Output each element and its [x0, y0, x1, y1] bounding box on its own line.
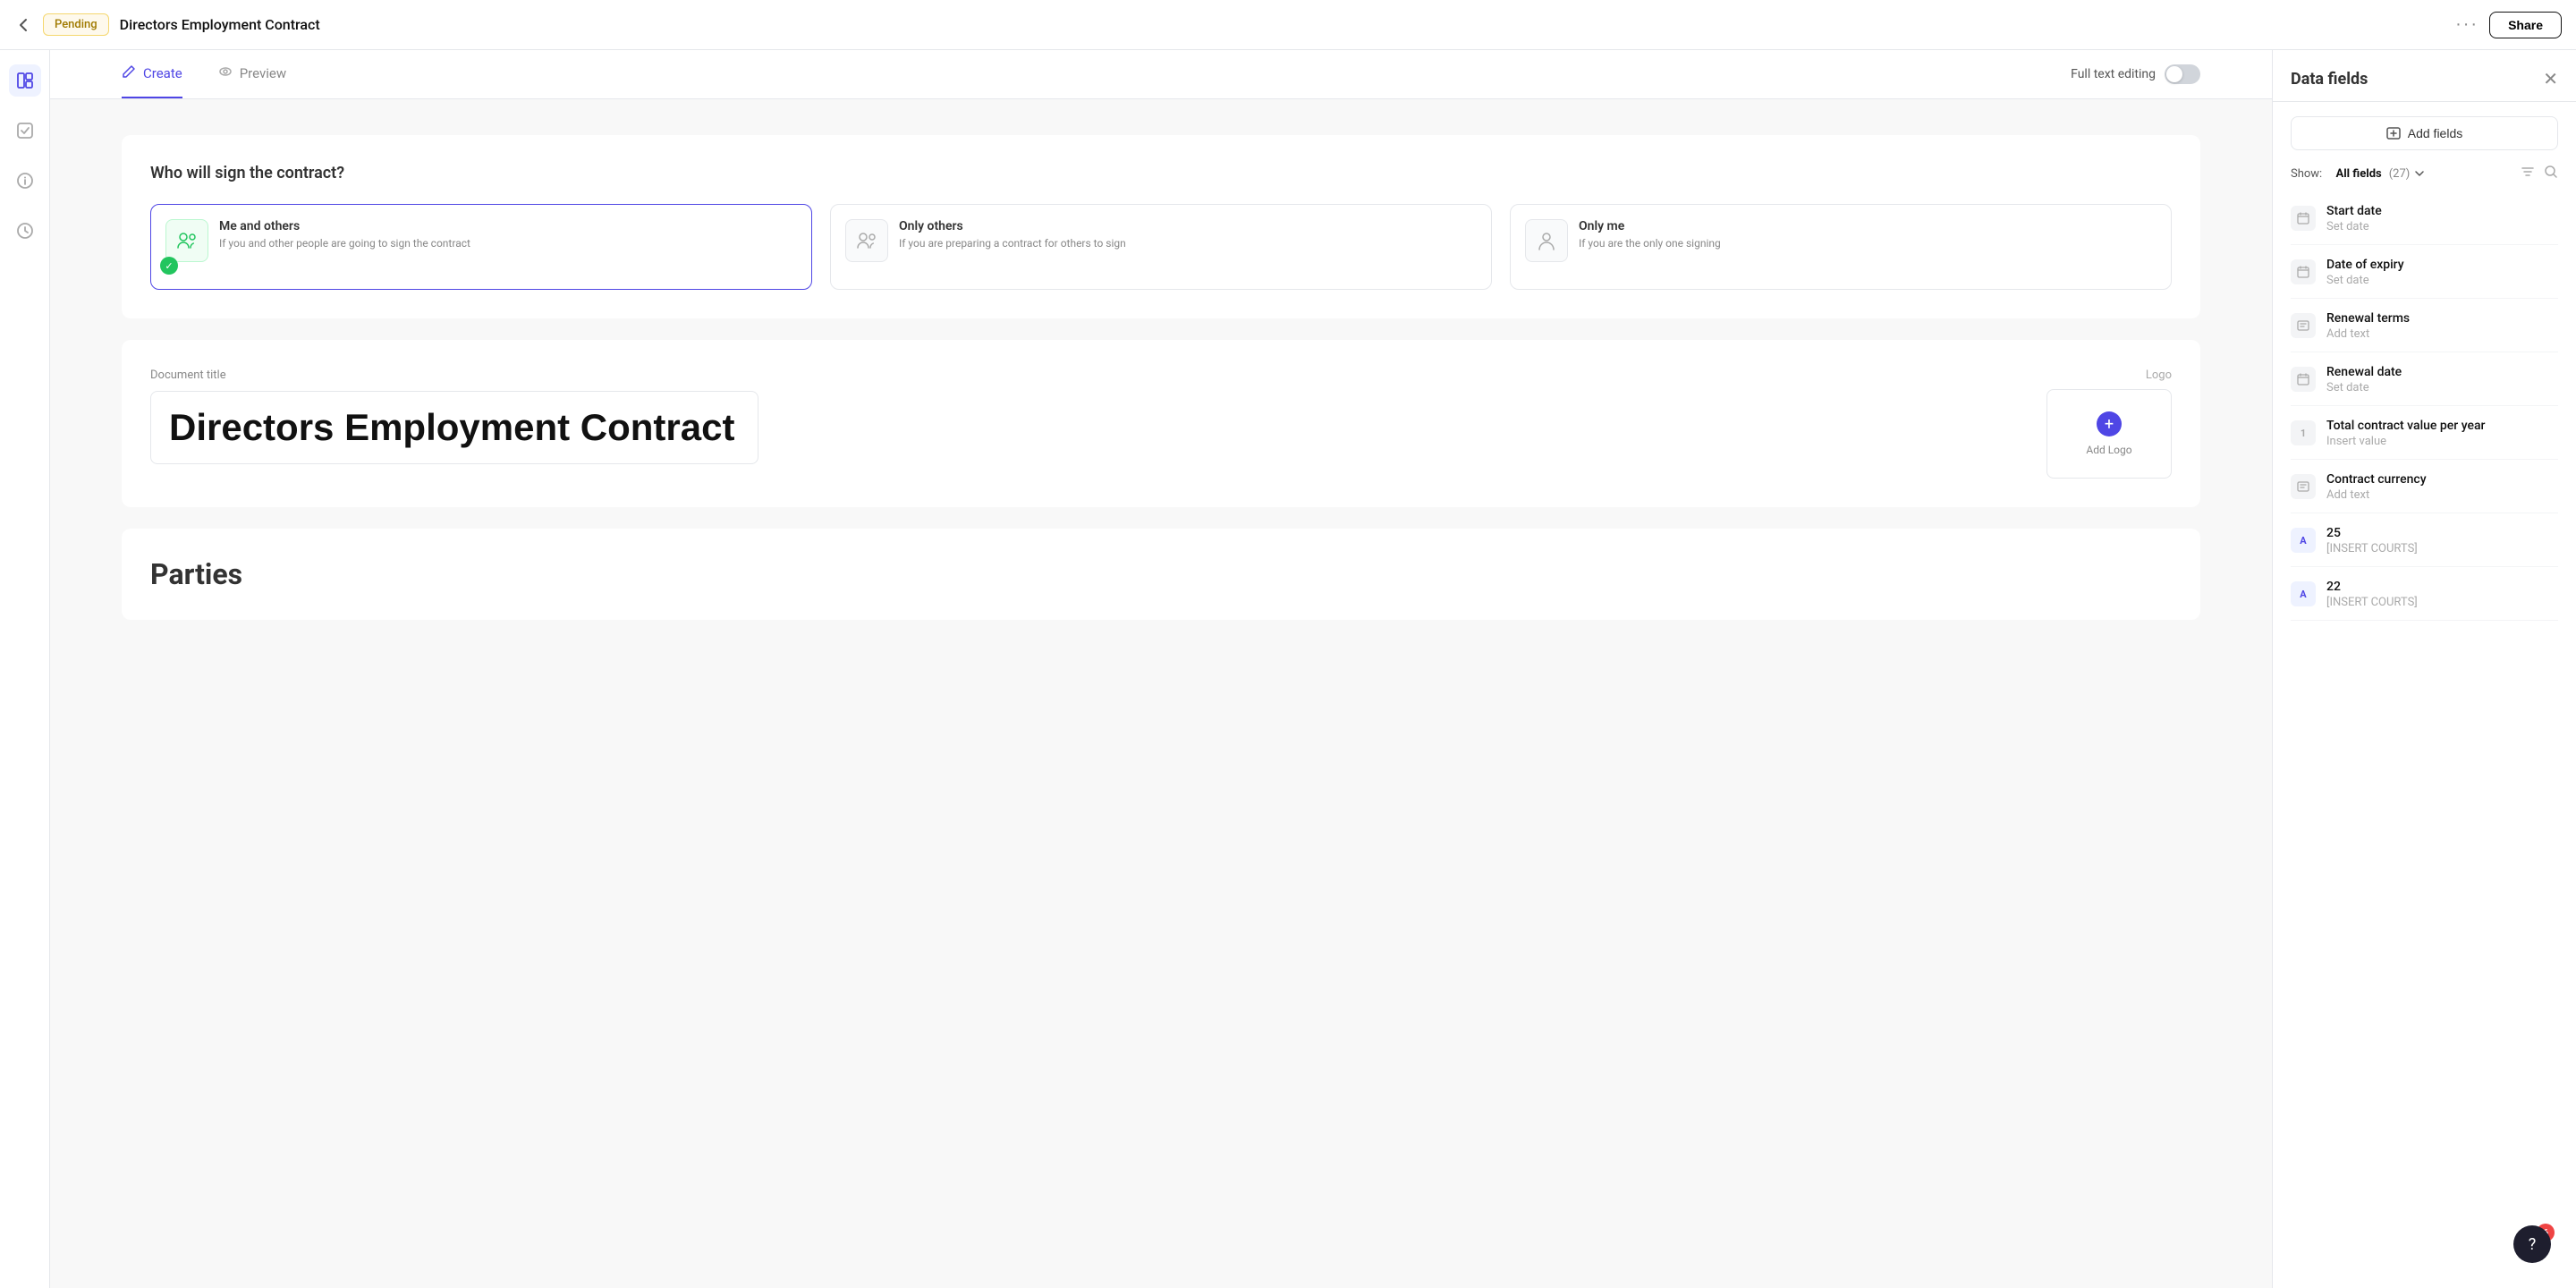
- field-courts-22-content: 22 [INSERT COURTS]: [2326, 580, 2558, 609]
- logo-add-text: Add Logo: [2086, 444, 2131, 456]
- parties-section: Parties: [122, 529, 2200, 620]
- document-title-label: Document title: [150, 369, 2011, 382]
- tab-bar: Create Preview Full text editing: [50, 50, 2272, 99]
- field-contract-currency-content: Contract currency Add text: [2326, 472, 2558, 502]
- back-button[interactable]: [14, 16, 32, 34]
- data-fields-header: Data fields ✕: [2273, 50, 2576, 102]
- document-title-input[interactable]: [150, 391, 758, 464]
- doc-title-row: Document title Logo + Add Logo: [150, 369, 2172, 479]
- left-sidebar: [0, 50, 50, 1288]
- number-icon: 1: [2291, 420, 2316, 445]
- chevron-down-icon: [2413, 167, 2426, 180]
- me-and-others-icon: [165, 219, 208, 262]
- pencil-icon: [122, 64, 136, 82]
- search-icon[interactable]: [2544, 165, 2558, 182]
- selected-check: ✓: [160, 257, 178, 275]
- me-and-others-title: Me and others: [219, 219, 470, 233]
- me-and-others-content: Me and others If you and other people ar…: [219, 219, 470, 250]
- calendar-renewal-icon: [2291, 367, 2316, 392]
- who-signs-title: Who will sign the contract?: [150, 164, 2172, 182]
- field-courts-25[interactable]: A 25 [INSERT COURTS]: [2291, 515, 2558, 567]
- data-fields-title: Data fields: [2291, 70, 2368, 89]
- text-currency-icon: [2291, 474, 2316, 499]
- field-total-contract-value[interactable]: 1 Total contract value per year Insert v…: [2291, 408, 2558, 460]
- logo-label: Logo: [2046, 369, 2172, 382]
- help-icon: ?: [2529, 1235, 2537, 1254]
- only-me-title: Only me: [1579, 219, 1721, 233]
- close-panel-button[interactable]: ✕: [2543, 68, 2558, 90]
- right-panel: Data fields ✕ Add fields Show: All field…: [2272, 50, 2576, 1288]
- only-me-content: Only me If you are the only one signing: [1579, 219, 1721, 250]
- tab-create[interactable]: Create: [122, 50, 182, 98]
- tab-create-label: Create: [143, 65, 182, 81]
- filter-icon[interactable]: [2521, 165, 2535, 182]
- show-filter: Show: All fields (27): [2273, 165, 2576, 193]
- fields-count: (27): [2389, 167, 2411, 181]
- sign-options: ✓ Me and others If you and other people …: [150, 204, 2172, 290]
- field-courts-22[interactable]: A 22 [INSERT COURTS]: [2291, 569, 2558, 621]
- logo-add-icon: +: [2097, 411, 2122, 436]
- parties-title: Parties: [150, 557, 2172, 591]
- field-start-date[interactable]: Start date Set date: [2291, 193, 2558, 245]
- tab-preview-label: Preview: [240, 65, 286, 81]
- sidebar-icon-check[interactable]: [9, 114, 41, 147]
- only-others-icon: [845, 219, 888, 262]
- sidebar-icon-layout[interactable]: [9, 64, 41, 97]
- text-courts-22-icon: A: [2291, 581, 2316, 606]
- share-button[interactable]: Share: [2489, 12, 2562, 38]
- toggle-knob: [2166, 66, 2182, 82]
- text-courts-25-icon: A: [2291, 528, 2316, 553]
- fields-filter-dropdown[interactable]: All fields (27): [2335, 167, 2426, 181]
- main-layout: Create Preview Full text editing Who wil…: [0, 50, 2576, 1288]
- calendar-icon: [2291, 206, 2316, 231]
- logo-upload-box[interactable]: + Add Logo: [2046, 389, 2172, 479]
- status-badge: Pending: [43, 13, 109, 36]
- sign-option-only-others[interactable]: Only others If you are preparing a contr…: [830, 204, 1492, 290]
- only-others-desc: If you are preparing a contract for othe…: [899, 237, 1126, 250]
- only-me-icon: [1525, 219, 1568, 262]
- sign-option-me-and-others[interactable]: ✓ Me and others If you and other people …: [150, 204, 812, 290]
- field-total-contract-value-content: Total contract value per year Insert val…: [2326, 419, 2558, 448]
- sign-option-only-me[interactable]: Only me If you are the only one signing: [1510, 204, 2172, 290]
- only-others-title: Only others: [899, 219, 1126, 233]
- field-date-of-expiry-content: Date of expiry Set date: [2326, 258, 2558, 287]
- center-content: Create Preview Full text editing Who wil…: [50, 50, 2272, 1288]
- field-renewal-date-content: Renewal date Set date: [2326, 365, 2558, 394]
- sidebar-icon-history[interactable]: [9, 215, 41, 247]
- page-title: Directors Employment Contract: [120, 16, 2445, 33]
- field-renewal-terms[interactable]: Renewal terms Add text: [2291, 301, 2558, 352]
- help-button[interactable]: ?: [2513, 1225, 2551, 1263]
- doc-area: Who will sign the contract? ✓ Me and oth…: [50, 99, 2272, 677]
- field-start-date-content: Start date Set date: [2326, 204, 2558, 233]
- add-fields-button[interactable]: Add fields: [2291, 116, 2558, 150]
- only-me-desc: If you are the only one signing: [1579, 237, 1721, 250]
- field-contract-currency[interactable]: Contract currency Add text: [2291, 462, 2558, 513]
- sidebar-icon-info[interactable]: [9, 165, 41, 197]
- eye-icon: [218, 64, 233, 82]
- only-others-content: Only others If you are preparing a contr…: [899, 219, 1126, 250]
- full-text-toggle[interactable]: [2165, 64, 2200, 84]
- full-text-label: Full text editing: [2071, 67, 2156, 81]
- logo-area: Logo + Add Logo: [2046, 369, 2172, 479]
- calendar-expiry-icon: [2291, 259, 2316, 284]
- field-date-of-expiry[interactable]: Date of expiry Set date: [2291, 247, 2558, 299]
- field-renewal-date[interactable]: Renewal date Set date: [2291, 354, 2558, 406]
- tab-preview[interactable]: Preview: [218, 50, 286, 98]
- field-courts-25-content: 25 [INSERT COURTS]: [2326, 526, 2558, 555]
- doc-title-left: Document title: [150, 369, 2011, 464]
- more-options-button[interactable]: ···: [2455, 14, 2479, 35]
- field-renewal-terms-content: Renewal terms Add text: [2326, 311, 2558, 341]
- topbar: Pending Directors Employment Contract ··…: [0, 0, 2576, 50]
- text-renewal-icon: [2291, 313, 2316, 338]
- document-title-section: Document title Logo + Add Logo: [122, 340, 2200, 507]
- full-text-editing: Full text editing: [2071, 64, 2200, 84]
- show-value: All fields: [2335, 167, 2381, 181]
- me-and-others-desc: If you and other people are going to sig…: [219, 237, 470, 250]
- fields-list: Start date Set date Date of expiry Set d…: [2273, 193, 2576, 621]
- who-signs-section: Who will sign the contract? ✓ Me and oth…: [122, 135, 2200, 318]
- show-label: Show:: [2291, 167, 2322, 181]
- add-fields-label: Add fields: [2408, 126, 2462, 140]
